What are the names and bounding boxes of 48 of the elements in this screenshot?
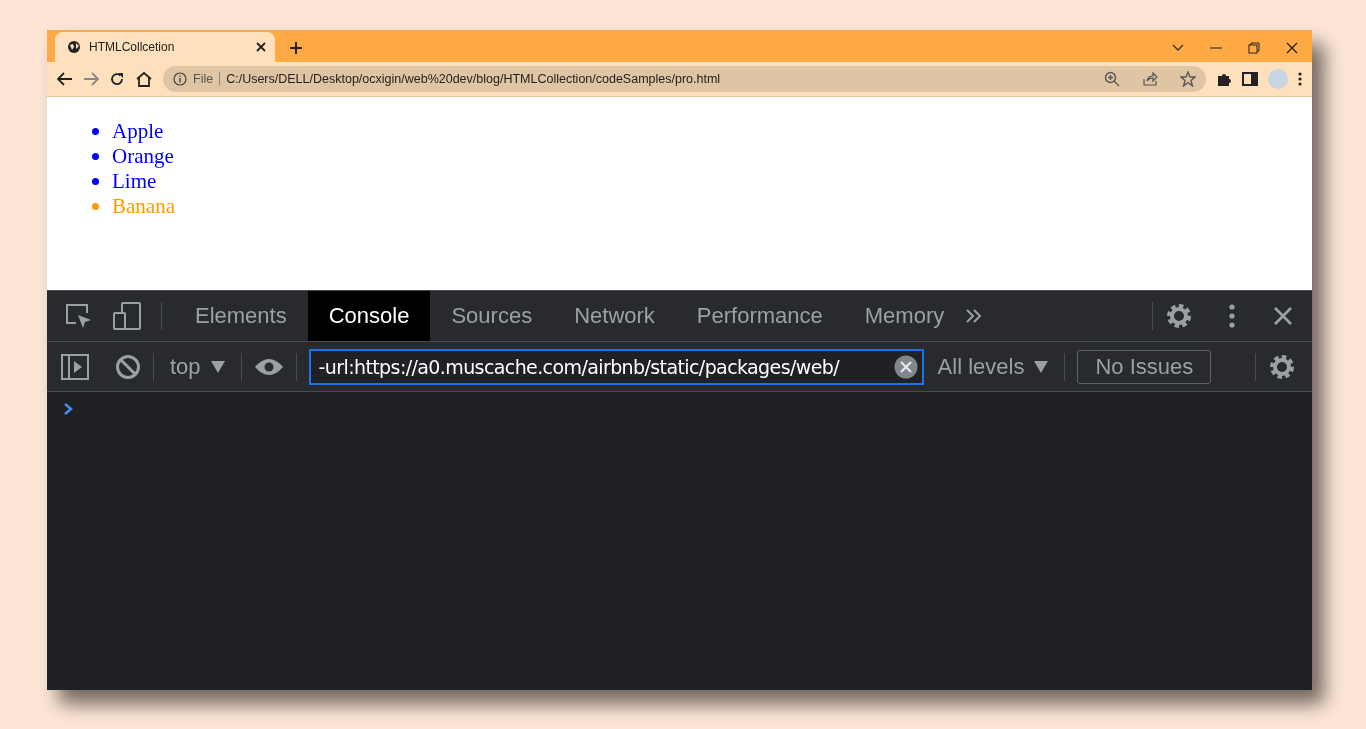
scheme-label: File [193, 72, 214, 86]
devtools-tab[interactable]: Network [553, 291, 676, 341]
prompt-chevron-icon [63, 402, 73, 416]
settings-icon[interactable] [1268, 352, 1296, 381]
zoom-icon[interactable] [1104, 71, 1120, 87]
clear-icon[interactable] [115, 353, 141, 380]
more-icon[interactable] [1298, 71, 1302, 87]
forward-arrow-icon[interactable] [83, 72, 99, 86]
info-icon [173, 72, 187, 86]
issues-button[interactable]: No Issues [1077, 349, 1212, 384]
side-panel-icon[interactable] [1242, 72, 1258, 86]
device-icon[interactable] [113, 302, 141, 330]
restore-icon[interactable] [1248, 42, 1260, 54]
reload-icon[interactable] [109, 71, 125, 87]
clear-field-icon[interactable] [893, 354, 918, 379]
chevron-down-icon[interactable] [1172, 44, 1184, 52]
back-arrow-icon[interactable] [57, 72, 73, 86]
filter-field[interactable]: -url:https://a0.muscache.com/airbnb/static/packages/web/ [308, 348, 924, 385]
devtools-tab[interactable]: Performance [675, 291, 844, 341]
levels-dropdown[interactable]: All levels [933, 353, 1053, 380]
url-text: C:/Users/DELL/Desktop/ocxigin/web%20dev/blog/HTMLCollection/codeSamples/pro.html [226, 72, 722, 86]
context-dropdown[interactable]: top [166, 353, 229, 380]
close-icon[interactable] [1273, 306, 1293, 326]
list-item: Apple [112, 119, 164, 144]
browser-tab[interactable]: HTMLCollcetion [55, 32, 275, 62]
kebab-menu-icon[interactable] [1229, 304, 1235, 328]
more-tabs-icon[interactable] [965, 308, 984, 324]
devtools-tab[interactable]: Elements [174, 291, 308, 341]
address-bar[interactable]: File C:/Users/DELL/Desktop/ocxigin/web%20dev/blog/HTMLCollection/codeSamples/pro.html [163, 66, 1206, 92]
home-icon[interactable] [135, 71, 153, 87]
tab-title: HTMLCollcetion [89, 40, 176, 54]
sidebar-toggle-icon[interactable] [61, 353, 89, 380]
settings-icon[interactable] [1165, 302, 1193, 330]
caret-icon [210, 360, 225, 373]
eye-icon[interactable] [253, 356, 284, 377]
star-icon[interactable] [1180, 71, 1196, 87]
list-item: Lime [112, 169, 157, 194]
inspect-icon[interactable] [65, 303, 93, 329]
share-icon[interactable] [1142, 71, 1158, 87]
list-item: Orange [112, 144, 174, 169]
devtools-tab[interactable]: Memory [843, 291, 966, 341]
devtools-tab[interactable]: Sources [430, 291, 554, 341]
list-item: Banana [112, 194, 175, 219]
plus-icon[interactable] [289, 41, 303, 55]
close-icon[interactable] [1286, 42, 1298, 54]
devtools-tab[interactable]: Console [307, 291, 431, 341]
close-icon[interactable] [255, 41, 267, 53]
caret-icon [1034, 360, 1049, 373]
